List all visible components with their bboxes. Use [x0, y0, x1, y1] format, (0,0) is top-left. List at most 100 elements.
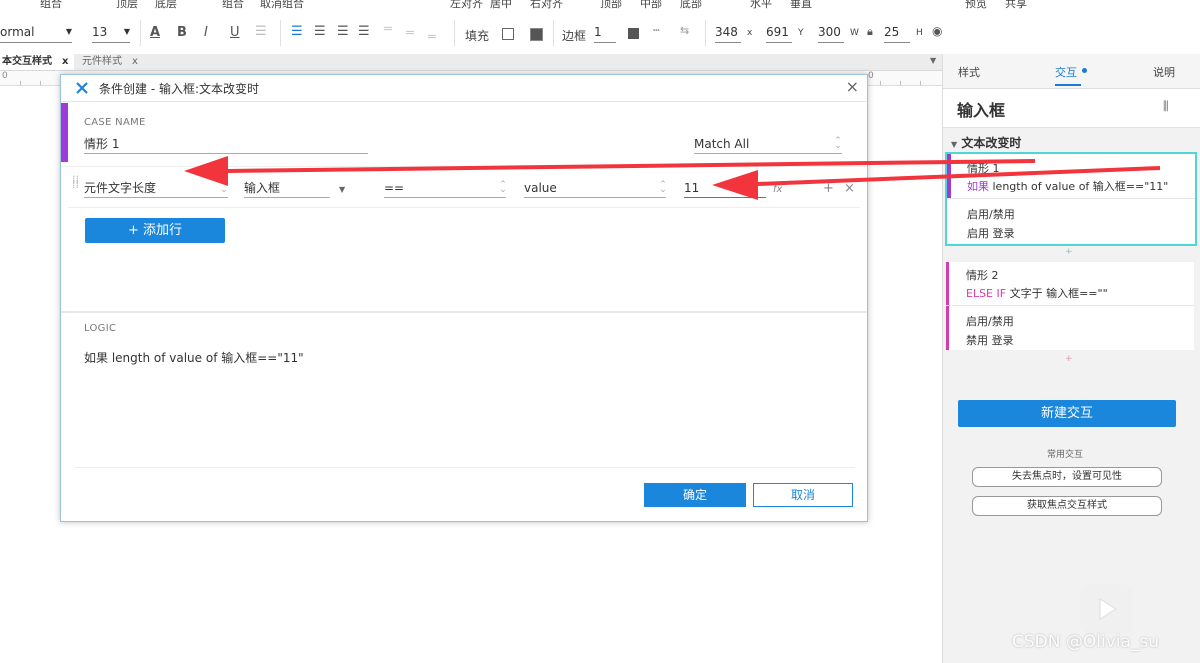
case-2-card[interactable]: 情形 2 ELSE IF 文字于 输入框=="" 启用/禁用 禁用 登录 — [946, 262, 1194, 350]
visibility-eye-icon[interactable]: ◉ — [932, 24, 942, 38]
border-color-swatch[interactable] — [628, 28, 639, 39]
add-case-plus-icon[interactable]: + — [1065, 247, 1073, 257]
condition-type-select[interactable]: 元件文字长度 — [84, 179, 228, 198]
cancel-button[interactable]: 取消 — [753, 483, 853, 507]
close-icon[interactable]: x — [132, 54, 138, 70]
focus-style-button[interactable]: 获取焦点交互样式 — [972, 496, 1162, 516]
bold-icon[interactable]: B — [177, 25, 187, 40]
watermark: CSDN @Olivia_su — [1012, 632, 1160, 652]
action-detail[interactable]: 禁用 登录 — [966, 332, 1014, 348]
tab-interaction-style[interactable]: 本交互样式 x — [0, 54, 74, 70]
valign-middle-icon[interactable]: ═ — [406, 26, 414, 41]
justify-icon[interactable]: ☰ — [358, 24, 370, 39]
tab-notes[interactable]: 说明 — [1153, 64, 1175, 80]
top-label[interactable]: 底部 — [680, 0, 702, 11]
top-label[interactable]: 底层 — [155, 0, 177, 11]
divider — [140, 20, 141, 46]
border-label: 边框 — [562, 29, 587, 43]
add-icon[interactable]: + — [823, 181, 834, 196]
widget-header: 输入框 ⫼ — [943, 89, 1200, 128]
chevron-down-icon: ▼ — [65, 27, 72, 36]
share-button[interactable]: 共享 — [1005, 0, 1027, 11]
ok-button[interactable]: 确定 — [644, 483, 746, 507]
w-input[interactable]: 300 — [818, 22, 844, 43]
remove-icon[interactable]: × — [844, 181, 855, 196]
tab-style[interactable]: 样式 — [958, 64, 980, 80]
event-header[interactable]: ▼ 文本改变时 — [951, 134, 1021, 151]
settings-sliders-icon[interactable]: ⫼ — [1163, 99, 1169, 114]
underline-icon[interactable]: U — [230, 25, 240, 40]
case-1-card[interactable]: 情形 1 如果 length of value of 输入框=="11" 启用/… — [945, 152, 1197, 246]
border-width-input[interactable]: 1 — [594, 22, 616, 43]
top-label[interactable]: 垂直 — [790, 0, 812, 11]
list-icon[interactable]: ☰ — [255, 24, 267, 39]
h-input[interactable]: 25 — [884, 22, 910, 43]
align-left-icon[interactable]: ☰ — [291, 24, 303, 39]
value-input[interactable]: 11 — [684, 179, 766, 198]
valign-top-icon[interactable]: ═ — [384, 22, 392, 37]
ruler-mark: 0 — [2, 71, 8, 81]
new-interaction-button[interactable]: 新建交互 — [958, 400, 1176, 427]
top-label[interactable]: 居中 — [490, 0, 512, 11]
close-icon[interactable]: × — [846, 77, 859, 96]
top-menu-cut: 组合 顶层 底层 组合 取消组合 左对齐 居中 右对齐 顶部 中部 底部 水平 … — [0, 0, 1200, 12]
blur-visibility-button[interactable]: 失去焦点时，设置可见性 — [972, 467, 1162, 487]
preview-button[interactable]: 预览 — [965, 0, 987, 11]
common-interactions-title: 常用交互 — [1047, 450, 1084, 460]
condition-target-select[interactable]: 输入框 — [244, 179, 330, 198]
font-size-select[interactable]: 13 ▼ — [92, 22, 130, 43]
h-label: H — [916, 28, 923, 38]
top-label[interactable]: 组合 — [40, 0, 62, 11]
y-input[interactable]: 691 — [766, 22, 792, 43]
condition-text: 文字于 输入框=="" — [1009, 287, 1108, 300]
style-select[interactable]: ormal ▼ — [0, 22, 72, 43]
operator-select[interactable]: == — [384, 179, 506, 198]
top-label[interactable]: 左对齐 — [450, 0, 483, 11]
condition-keyword: 如果 — [967, 180, 989, 193]
condition-text: length of value of 输入框=="11" — [992, 180, 1169, 193]
top-label[interactable]: 中部 — [640, 0, 662, 11]
widget-name: 输入框 — [957, 101, 1006, 120]
function-fx-icon[interactable]: fx — [773, 184, 782, 195]
drag-handle-icon[interactable]: ⁞⁞ ⁞⁞ — [72, 174, 79, 190]
case-name-input[interactable]: 情形 1 — [84, 135, 368, 154]
italic-icon[interactable]: I — [204, 25, 208, 40]
match-value: Match All — [694, 137, 750, 151]
top-label[interactable]: 水平 — [750, 0, 772, 11]
chevron-down-icon[interactable]: ▼ — [930, 56, 936, 65]
align-right-icon[interactable]: ☰ — [337, 24, 349, 39]
tab-label: 元件样式 — [82, 56, 122, 67]
top-label[interactable]: 顶部 — [600, 0, 622, 11]
valign-bottom-icon[interactable]: ═ — [428, 30, 436, 45]
border-sides-icon[interactable]: ⇆ — [680, 24, 689, 37]
add-row-button[interactable]: + 添加行 — [85, 218, 225, 243]
font-color-icon[interactable]: A — [150, 25, 160, 40]
condition-keyword: ELSE IF — [966, 287, 1007, 300]
axure-logo-icon — [76, 82, 88, 94]
style-value: ormal — [0, 25, 35, 39]
top-label[interactable]: 顶层 — [116, 0, 138, 11]
value-type-select[interactable]: value — [524, 179, 666, 198]
top-label[interactable]: 组合 — [222, 0, 244, 11]
divider — [280, 20, 281, 46]
x-input[interactable]: 348 — [715, 22, 741, 43]
border-style-icon[interactable]: ┅ — [653, 24, 660, 37]
match-select[interactable]: Match All — [694, 135, 842, 154]
align-center-icon[interactable]: ☰ — [314, 24, 326, 39]
event-name: 文本改变时 — [961, 136, 1022, 150]
action-detail[interactable]: 启用 登录 — [967, 225, 1015, 241]
ruler-mark: 0 — [868, 71, 874, 81]
fill-color-swatch[interactable] — [502, 28, 514, 40]
top-label[interactable]: 取消组合 — [260, 0, 304, 11]
fill-shadow-icon[interactable] — [530, 28, 543, 41]
lock-ratio-icon[interactable]: 🔒︎ — [867, 25, 873, 39]
case-color-bar — [947, 154, 951, 198]
fill-label: 填充 — [465, 29, 490, 43]
add-case-plus-icon[interactable]: + — [1065, 354, 1073, 364]
tab-interaction[interactable]: 交互 — [1055, 64, 1077, 80]
tab-widget-style[interactable]: 元件样式 x — [80, 54, 144, 70]
top-label[interactable]: 右对齐 — [530, 0, 563, 11]
interaction-panel: 样式 交互 说明 输入框 ⫼ ▼ 文本改变时 情形 1 如果 length of… — [942, 54, 1200, 663]
close-icon[interactable]: x — [62, 54, 68, 70]
w-label: W — [850, 28, 859, 38]
